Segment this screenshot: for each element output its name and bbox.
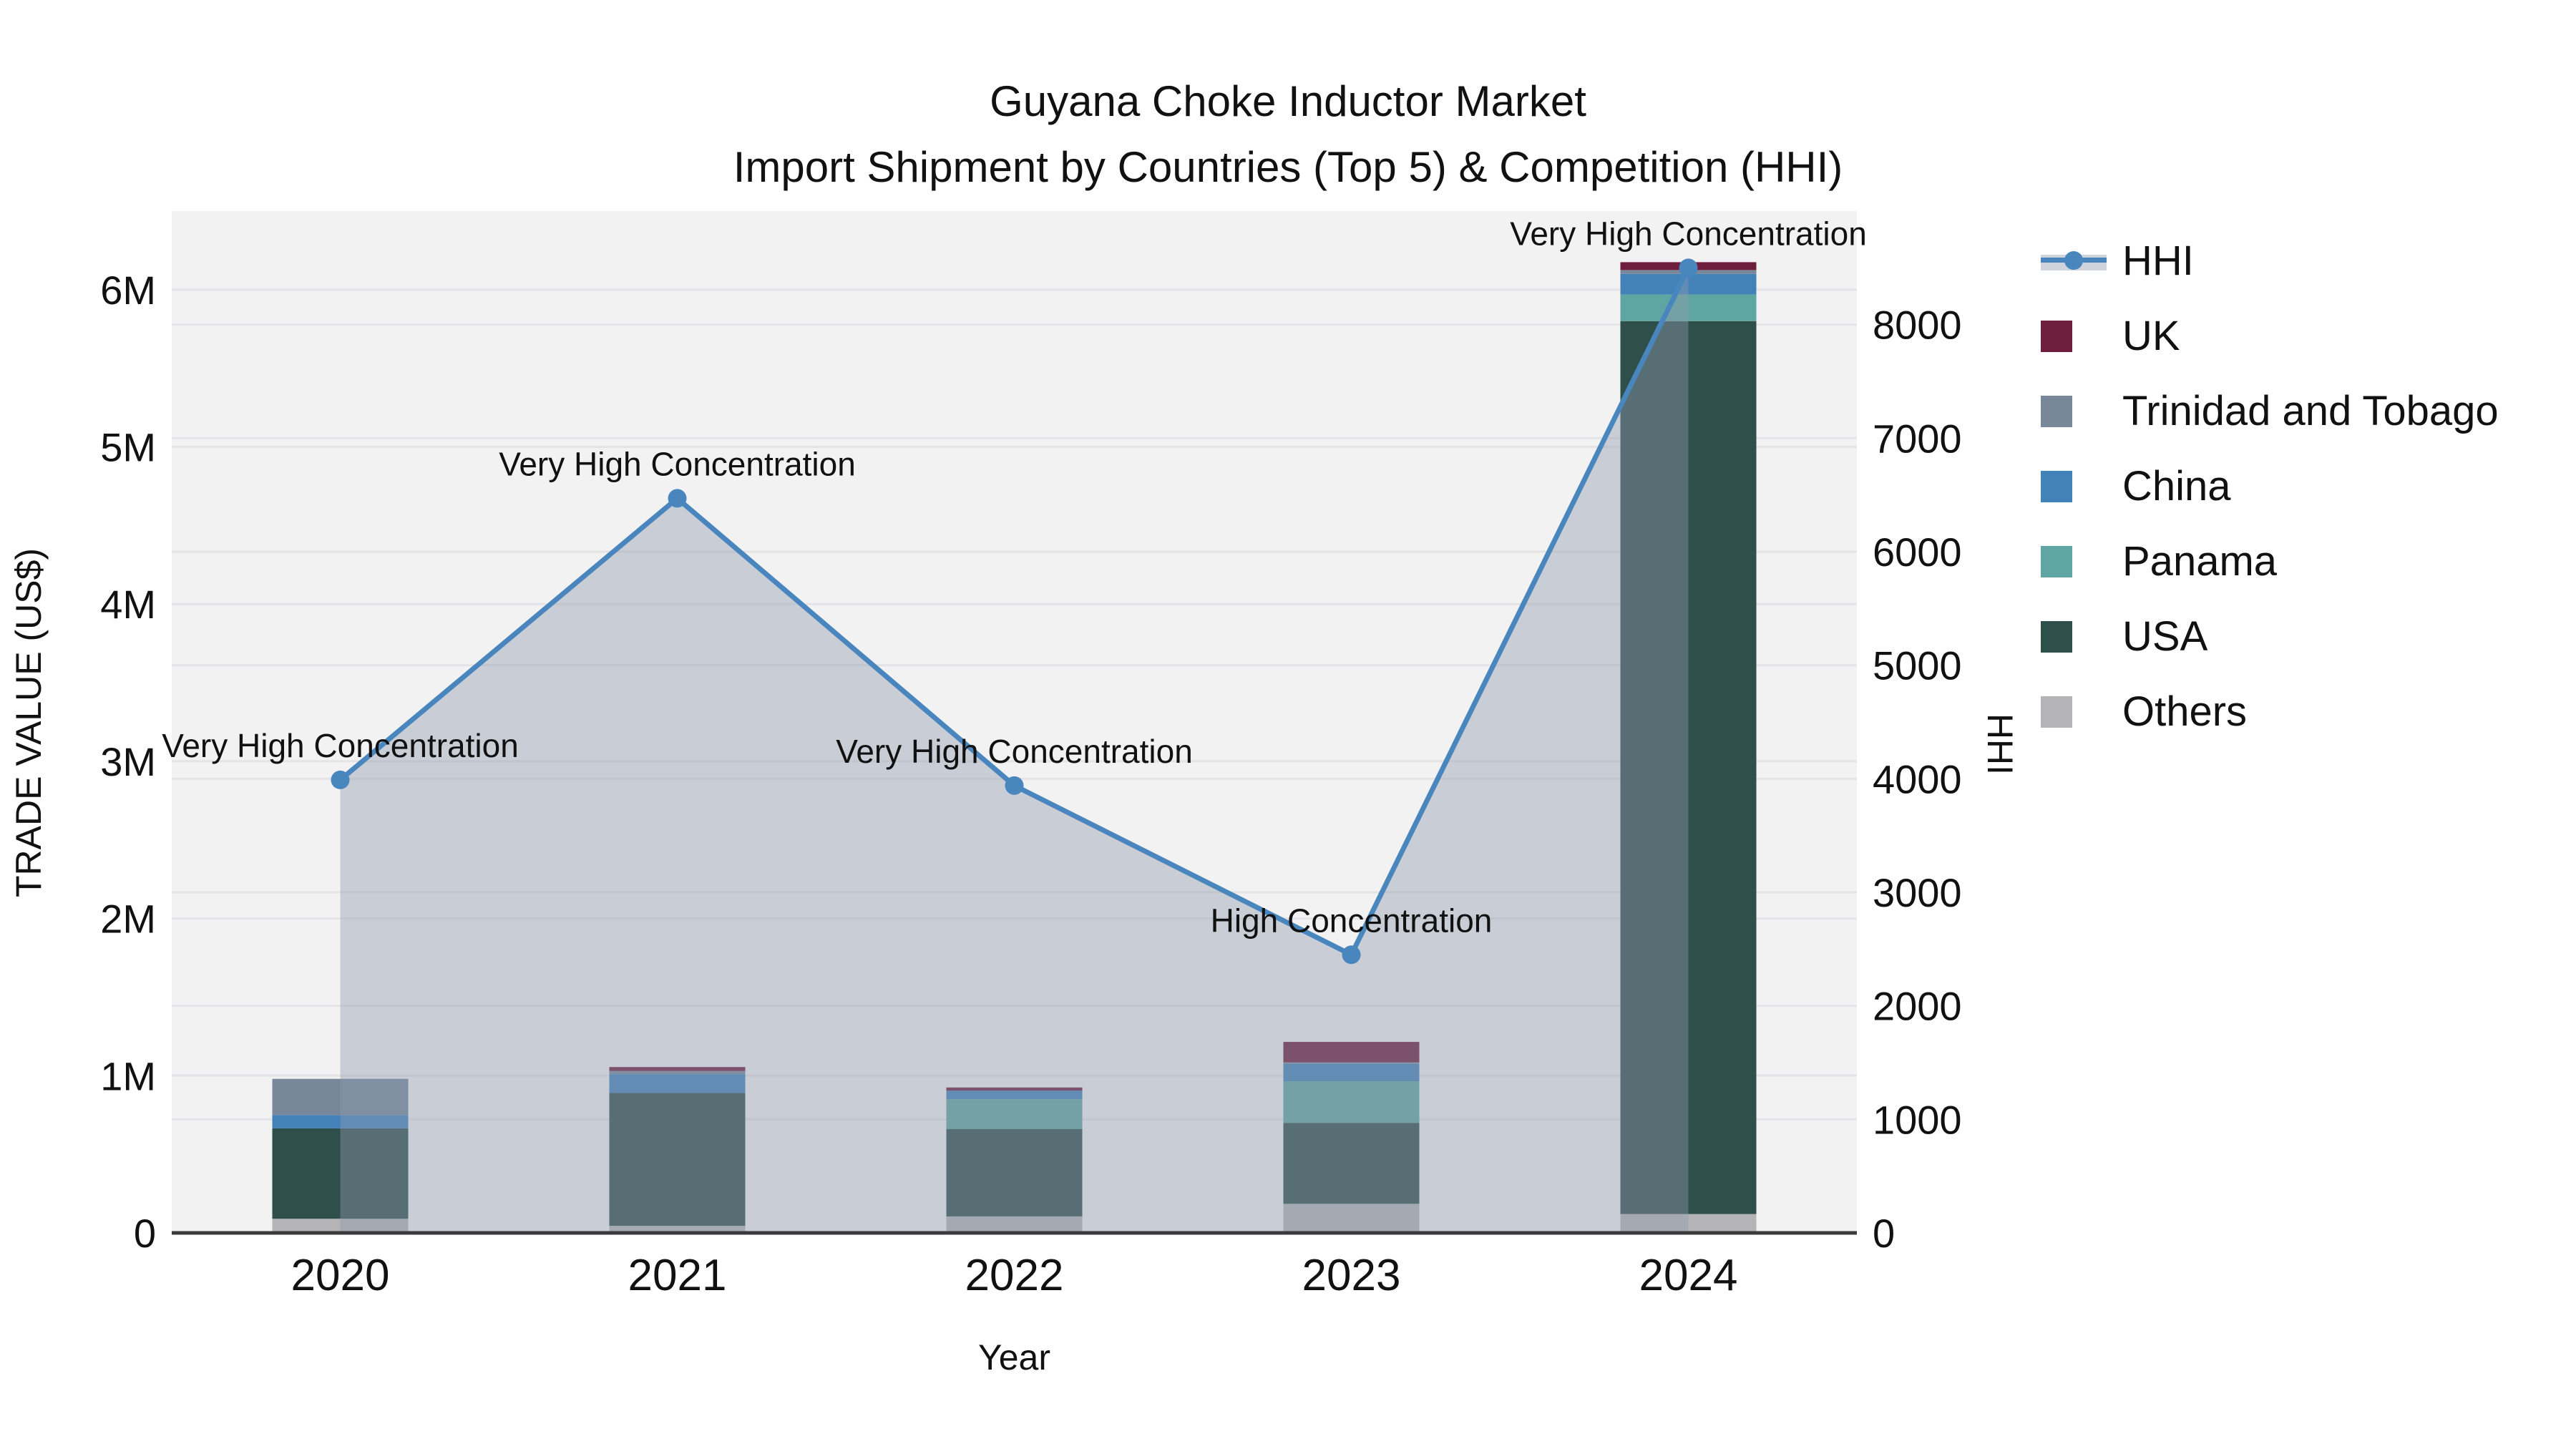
chart-title-line1: Guyana Choke Inductor Market	[990, 77, 1586, 125]
x-tick-label: 2022	[965, 1251, 1064, 1300]
legend-label: Panama	[2122, 538, 2278, 585]
hhi-point-2020[interactable]	[331, 770, 350, 789]
right-tick-label: 1000	[1873, 1097, 1962, 1142]
hhi-point-2021[interactable]	[668, 489, 687, 508]
hhi-point-2023[interactable]	[1342, 945, 1361, 965]
x-axis-title: Year	[977, 1337, 1051, 1377]
right-tick-label: 8000	[1873, 303, 1962, 348]
left-tick-label: 6M	[100, 268, 156, 313]
right-tick-label: 6000	[1873, 530, 1962, 575]
china-swatch-icon	[2041, 470, 2072, 502]
hhi-annotation-2022: Very High Concentration	[836, 733, 1193, 770]
left-tick-label: 0	[134, 1211, 156, 1256]
legend-item-panama[interactable]: Panama	[2041, 524, 2499, 599]
legend-label: China	[2122, 463, 2231, 509]
figure: 0 1M 2M 3M 4M 5M 6M 0 1000 2000 3000 4000 5000 6000 70…	[0, 0, 2576, 1449]
x-tick-label: 2024	[1639, 1251, 1738, 1300]
legend: HHI UK Trinidad and Tobago China Panama …	[2041, 223, 2499, 749]
usa-swatch-icon	[2041, 620, 2072, 653]
x-tick-label: 2021	[628, 1251, 727, 1300]
legend-label: Trinidad and Tobago	[2122, 388, 2499, 434]
hhi-annotation-2024: Very High Concentration	[1510, 215, 1867, 252]
x-tick-label: 2023	[1302, 1251, 1401, 1300]
x-tick-label: 2020	[291, 1251, 390, 1300]
right-tick-label: 0	[1873, 1211, 1895, 1256]
left-tick-label: 1M	[100, 1053, 156, 1098]
legend-label: UK	[2122, 313, 2180, 359]
left-tick-label: 5M	[100, 425, 156, 470]
right-tick-label: 4000	[1873, 756, 1962, 801]
right-tick-label: 5000	[1873, 643, 1962, 688]
hhi-point-2024[interactable]	[1679, 258, 1698, 278]
left-tick-label: 3M	[100, 739, 156, 784]
hhi-annotation-2020: Very High Concentration	[162, 727, 519, 764]
trinidad-and-tobago-swatch-icon	[2041, 395, 2072, 427]
panama-swatch-icon	[2041, 545, 2072, 577]
legend-item-others[interactable]: Others	[2041, 674, 2499, 749]
hhi-annotation-2021: Very High Concentration	[499, 445, 856, 482]
legend-item-trinidad-and-tobago[interactable]: Trinidad and Tobago	[2041, 374, 2499, 449]
legend-item-china[interactable]: China	[2041, 449, 2499, 524]
left-tick-label: 2M	[100, 897, 156, 942]
chart-title-line2: Import Shipment by Countries (Top 5) & C…	[733, 143, 1843, 191]
legend-label: USA	[2122, 613, 2208, 660]
right-tick-label: 2000	[1873, 984, 1962, 1029]
right-tick-label: 7000	[1873, 416, 1962, 461]
legend-label: HHI	[2122, 238, 2194, 284]
hhi-point-2022[interactable]	[1005, 776, 1024, 795]
hhi-annotation-2023: High Concentration	[1211, 902, 1493, 939]
legend-item-uk[interactable]: UK	[2041, 298, 2499, 374]
hhi-line-icon	[2041, 245, 2107, 277]
legend-item-hhi[interactable]: HHI	[2041, 223, 2499, 298]
chart-title: Guyana Choke Inductor Market Import Ship…	[0, 69, 2576, 200]
uk-swatch-icon	[2041, 320, 2072, 352]
y-axis-title-right: HHI	[1980, 713, 2020, 776]
legend-label: Others	[2122, 688, 2248, 735]
right-tick-label: 3000	[1873, 870, 1962, 915]
others-swatch-icon	[2041, 696, 2072, 728]
y-axis-title-left: TRADE VALUE (US$)	[9, 547, 49, 898]
legend-item-usa[interactable]: USA	[2041, 599, 2499, 674]
left-tick-label: 4M	[100, 582, 156, 627]
